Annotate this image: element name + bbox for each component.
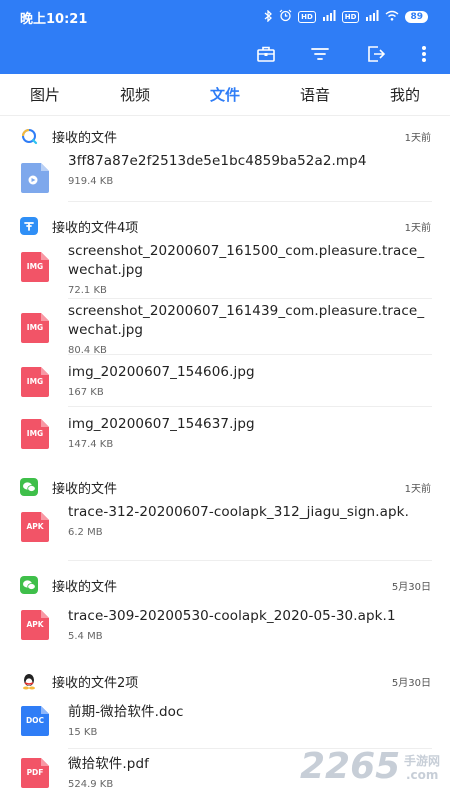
bluetooth-icon <box>264 8 273 25</box>
file-name: screenshot_20200607_161500_com.pleasure.… <box>68 243 425 278</box>
file-size: 5.4 MB <box>68 631 103 642</box>
tab-voice[interactable]: 语音 <box>270 74 360 115</box>
file-name: img_20200607_154606.jpg <box>68 364 255 380</box>
file-size: 72.1 KB <box>68 285 107 296</box>
file-item[interactable]: APK trace-312-20200607-coolapk_312_jiagu… <box>21 503 432 561</box>
file-name: img_20200607_154637.jpg <box>68 416 255 432</box>
hd-badge-2: HD <box>341 11 360 23</box>
group-header: 接收的文件2项 5月30日 <box>0 663 450 697</box>
battery-indicator: 89 <box>405 11 428 23</box>
signal-5g-icon <box>322 10 336 24</box>
tab-images[interactable]: 图片 <box>0 74 90 115</box>
wechat-icon <box>20 576 38 594</box>
file-badge: APK <box>26 620 44 629</box>
status-icons: HD HD 89 <box>264 8 428 25</box>
wifi-icon <box>385 10 399 24</box>
file-item[interactable]: APK trace-309-20200530-coolapk_2020-05-3… <box>21 601 432 653</box>
filter-button[interactable] <box>306 40 334 68</box>
site-watermark: 2265 手游网 .com <box>300 744 450 792</box>
file-list: 接收的文件 1天前 3ff87a87e2f2513de5e1bc4859ba52… <box>0 118 450 800</box>
more-vert-icon <box>422 46 426 62</box>
file-badge: IMG <box>26 377 44 386</box>
file-item[interactable]: DOC 前期-微拾软件.doc 15 KB <box>21 697 432 749</box>
file-name: trace-312-20200607-coolapk_312_jiagu_sig… <box>68 504 409 520</box>
qq-icon <box>23 674 35 690</box>
file-badge: IMG <box>26 323 44 332</box>
file-size: 15 KB <box>68 727 98 738</box>
file-badge: IMG <box>26 262 44 271</box>
file-size: 919.4 KB <box>68 176 114 187</box>
file-name: 前期-微拾软件.doc <box>68 704 184 720</box>
group-time: 1天前 <box>404 484 431 495</box>
filter-icon <box>311 48 329 60</box>
group-title: 接收的文件 <box>52 131 118 146</box>
status-time: 晚上10:21 <box>20 12 88 27</box>
file-size: 147.4 KB <box>68 439 114 450</box>
file-badge: IMG <box>26 429 44 438</box>
group-title: 接收的文件 <box>52 482 118 497</box>
tab-mine[interactable]: 我的 <box>360 74 450 115</box>
file-item[interactable]: 3ff87a87e2f2513de5e1bc4859ba52a2.mp4 919… <box>21 152 432 202</box>
file-badge: DOC <box>25 716 45 725</box>
watermark-main: 2265 <box>300 746 401 787</box>
group-header: 接收的文件 5月30日 <box>0 567 450 601</box>
watermark-domain: .com <box>406 768 439 782</box>
file-item[interactable]: IMG screenshot_20200607_161439_com.pleas… <box>21 299 432 356</box>
export-button[interactable] <box>362 40 390 68</box>
status-bar: 晚上10:21 HD HD 89 <box>0 0 450 34</box>
export-icon <box>368 46 386 62</box>
top-bar: 晚上10:21 HD HD 89 <box>0 0 450 74</box>
signal-4g-icon <box>365 10 379 24</box>
more-button[interactable] <box>410 40 438 68</box>
group-time: 5月30日 <box>391 582 431 593</box>
group-header: 接收的文件4项 1天前 <box>0 208 450 242</box>
group-title: 接收的文件4项 <box>52 221 139 236</box>
file-item[interactable]: IMG img_20200607_154637.jpg 147.4 KB <box>21 407 432 459</box>
group-time: 1天前 <box>404 133 431 144</box>
hd-badge-1: HD <box>298 11 316 23</box>
wechat-icon <box>20 478 38 496</box>
tab-files[interactable]: 文件 <box>180 74 270 115</box>
video-file-icon <box>21 163 49 193</box>
group-title: 接收的文件 <box>52 580 118 595</box>
file-badge: PDF <box>26 768 44 777</box>
file-size: 6.2 MB <box>68 527 103 538</box>
qq-browser-icon <box>22 129 38 145</box>
group-header: 接收的文件 1天前 <box>0 118 450 152</box>
file-name: trace-309-20200530-coolapk_2020-05-30.ap… <box>68 608 396 624</box>
alarm-icon <box>279 9 292 25</box>
file-item[interactable]: IMG screenshot_20200607_161500_com.pleas… <box>21 242 432 299</box>
group-title: 接收的文件2项 <box>52 676 139 691</box>
group-time: 5月30日 <box>391 678 431 689</box>
toolbar <box>0 34 450 74</box>
file-name: 3ff87a87e2f2513de5e1bc4859ba52a2.mp4 <box>68 153 367 169</box>
watermark-sub: 手游网 <box>404 754 441 768</box>
file-item[interactable]: IMG img_20200607_154606.jpg 167 KB <box>21 355 432 407</box>
category-tabs: 图片 视频 文件 语音 我的 <box>0 74 450 116</box>
toolbox-button[interactable] <box>252 40 280 68</box>
file-size: 167 KB <box>68 387 104 398</box>
file-badge: APK <box>26 522 44 531</box>
group-time: 1天前 <box>404 223 431 234</box>
toolbox-icon <box>257 46 275 62</box>
group-header: 接收的文件 1天前 <box>0 469 450 503</box>
file-name: screenshot_20200607_161439_com.pleasure.… <box>68 303 425 338</box>
app-icon <box>20 217 38 235</box>
tab-videos[interactable]: 视频 <box>90 74 180 115</box>
